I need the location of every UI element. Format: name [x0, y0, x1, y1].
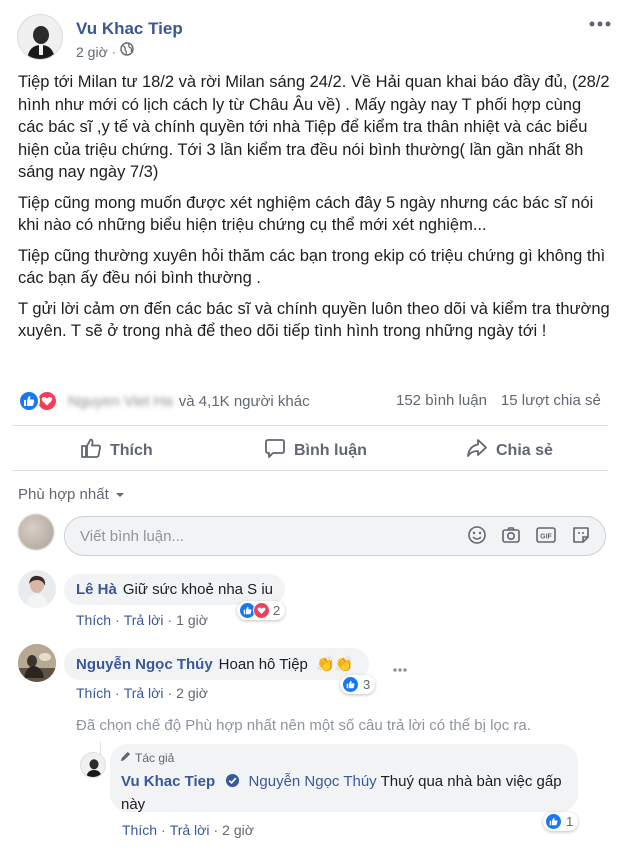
- dot-separator: ·: [115, 685, 120, 701]
- comment-time[interactable]: 1 giờ: [176, 612, 208, 628]
- comment-time[interactable]: 2 giờ: [176, 685, 208, 701]
- comment-text: Hoan hô Tiệp: [218, 656, 308, 673]
- commenter-avatar[interactable]: [18, 644, 56, 682]
- reply-reply-link[interactable]: Trả lời: [170, 822, 210, 838]
- reaction-count: 3: [363, 677, 371, 692]
- current-user-avatar: [18, 514, 54, 550]
- like-reaction-icon: [18, 390, 40, 412]
- post-body: Tiệp tới Milan tư 18/2 và rời Milan sáng…: [18, 71, 610, 351]
- commenter-name[interactable]: Lê Hà: [76, 581, 117, 598]
- comment-reactions[interactable]: 2: [237, 601, 286, 620]
- sticker-icon[interactable]: [571, 525, 591, 550]
- dot-separator: ·: [213, 822, 219, 838]
- comment-reply-link[interactable]: Trả lời: [124, 685, 164, 701]
- post-paragraph: Tiệp cũng mong muốn được xét nghiệm cách…: [18, 193, 594, 235]
- author-avatar[interactable]: [17, 14, 63, 60]
- emoji-icon[interactable]: [467, 525, 487, 550]
- like-button[interactable]: Thích: [80, 437, 153, 464]
- commenter-avatar[interactable]: [18, 570, 56, 608]
- pencil-icon: [120, 751, 131, 765]
- post-paragraph: Tiệp tới Milan tư 18/2 và rời Milan sáng…: [18, 73, 610, 181]
- filter-note: Đã chọn chế độ Phù hợp nhất nên một số c…: [76, 717, 531, 734]
- commenter-name[interactable]: Nguyễn Ngọc Thúy: [76, 656, 213, 673]
- reply-time[interactable]: 2 giờ: [222, 822, 254, 838]
- love-reaction-icon: [253, 602, 270, 619]
- reactions-others[interactable]: và 4,1K người khác: [179, 393, 310, 410]
- comment-icon: [264, 437, 286, 464]
- reply-author-name[interactable]: Vu Khac Tiep: [121, 773, 215, 790]
- reactor-name-blurred[interactable]: Nguyen Viet Ha: [68, 393, 173, 410]
- share-button[interactable]: Chia sẻ: [466, 437, 553, 464]
- author-badge-label: Tác giả: [135, 751, 175, 765]
- more-options-icon[interactable]: [392, 660, 408, 678]
- dot-separator: ·: [161, 822, 166, 838]
- thumbs-up-icon: [80, 437, 102, 464]
- post-paragraph: Tiệp cũng thường xuyên hỏi thăm các bạn …: [18, 246, 606, 288]
- like-reaction-icon: [342, 676, 359, 693]
- comment-text: Giữ sức khoẻ nha S iu: [122, 581, 274, 598]
- caret-down-icon: [115, 486, 125, 503]
- reaction-count: 2: [273, 603, 281, 618]
- comment-button[interactable]: Bình luận: [264, 437, 367, 464]
- share-arrow-icon: [466, 437, 488, 464]
- comment-input-placeholder: Viết bình luận...: [80, 527, 184, 545]
- globe-icon: [120, 42, 134, 61]
- camera-icon[interactable]: [501, 525, 521, 550]
- comment-count[interactable]: 152 bình luận: [396, 392, 487, 409]
- like-button-label: Thích: [110, 441, 153, 459]
- like-reaction-icon: [545, 813, 562, 830]
- reply-like-link[interactable]: Thích: [122, 822, 157, 838]
- reply-author-avatar[interactable]: [80, 752, 106, 778]
- post-paragraph: T gửi lời cảm ơn đến các bác sĩ và chính…: [18, 299, 610, 341]
- comment-sort-dropdown[interactable]: Phù hợp nhất: [18, 486, 125, 503]
- share-count[interactable]: 15 lượt chia sẻ: [501, 392, 601, 409]
- sort-label: Phù hợp nhất: [18, 486, 109, 503]
- author-badge: Tác giả: [120, 751, 174, 765]
- dot-separator: ·: [167, 612, 173, 628]
- comment-button-label: Bình luận: [294, 441, 367, 459]
- comment-like-link[interactable]: Thích: [76, 612, 111, 628]
- comment-reply-link[interactable]: Trả lời: [124, 612, 164, 628]
- dot-separator: ·: [115, 612, 120, 628]
- dot-separator: ·: [167, 685, 173, 701]
- verified-badge-icon: [225, 773, 240, 794]
- reply-reactions[interactable]: 1: [543, 812, 579, 831]
- author-name[interactable]: Vu Khac Tiep: [76, 19, 183, 39]
- divider: [12, 425, 608, 426]
- gif-icon[interactable]: GIF: [535, 525, 557, 550]
- tagged-user[interactable]: Nguyễn Ngọc Thúy: [249, 773, 377, 790]
- more-options-icon[interactable]: [588, 16, 612, 34]
- svg-text:GIF: GIF: [540, 534, 552, 541]
- post-time[interactable]: 2 giờ: [76, 44, 108, 60]
- dot-separator: ·: [111, 44, 116, 59]
- reactions-summary[interactable]: Nguyen Viet Ha và 4,1K người khác: [18, 390, 310, 412]
- comment-like-link[interactable]: Thích: [76, 685, 111, 701]
- share-button-label: Chia sẻ: [496, 441, 553, 459]
- divider: [12, 470, 608, 471]
- comment-reactions[interactable]: 3: [340, 675, 376, 694]
- clapping-hands-emoji: 👏👏: [316, 656, 354, 673]
- reaction-count: 1: [566, 814, 574, 829]
- comment-bubble: Nguyễn Ngọc Thúy Hoan hô Tiệp 👏👏: [64, 648, 370, 680]
